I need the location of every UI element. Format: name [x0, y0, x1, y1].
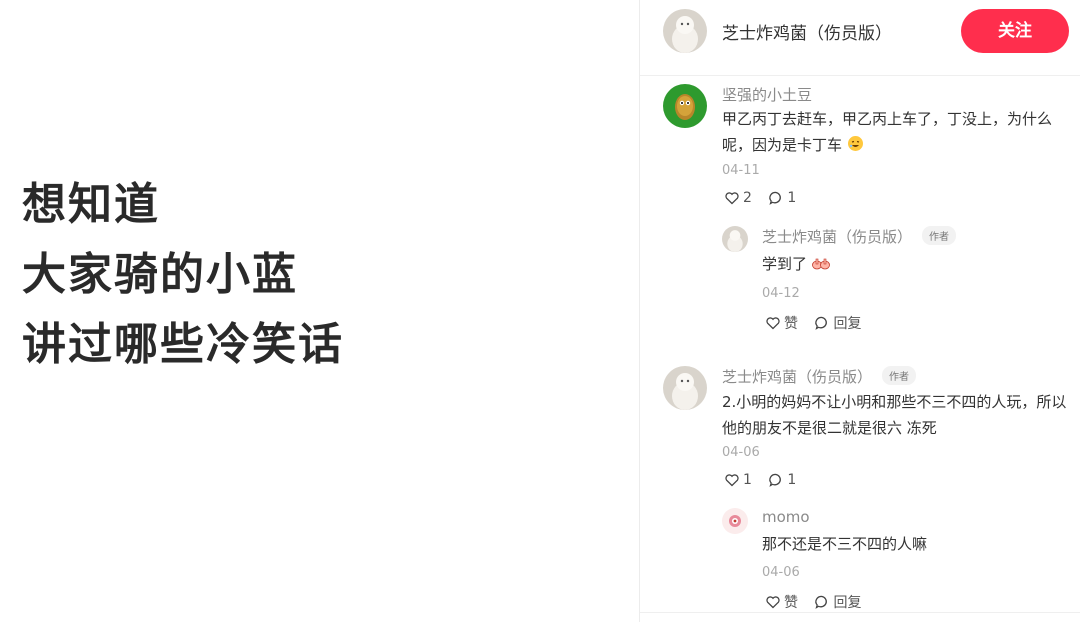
heart-icon — [766, 317, 780, 330]
reply-count: 1 — [787, 472, 797, 488]
author-badge: 作者 — [922, 226, 957, 245]
like-button[interactable]: 2 — [724, 190, 752, 206]
reply-button[interactable]: 1 — [768, 190, 796, 206]
comment-username[interactable]: 芝士炸鸡菌（伤员版） 作者 — [722, 366, 917, 387]
reply-text: 学到了 — [762, 251, 1062, 279]
comments-panel[interactable]: 芝士炸鸡菌（伤员版） 关注 坚强的小土豆 甲乙丙丁去赶车，甲乙丙上车了，丁没上，… — [640, 0, 1080, 622]
pointing-hands-emoji-icon — [811, 253, 830, 279]
post-headline: 想知道 大家骑的小蓝 讲过哪些冷笑话 — [22, 170, 344, 380]
reply-date: 04-06 — [762, 565, 800, 580]
reply-text-content: 学到了 — [762, 255, 808, 273]
author-avatar[interactable] — [663, 9, 707, 53]
comment-text: 2.小明的妈妈不让小明和那些不三不四的人玩，所以他的朋友不是很二就是很六 冻死 — [722, 393, 1067, 437]
reply-username[interactable]: momo — [762, 508, 810, 526]
like-count: 2 — [743, 190, 752, 206]
heart-icon — [766, 596, 780, 609]
author-name[interactable]: 芝士炸鸡菌（伤员版） — [722, 19, 892, 44]
like-label: 赞 — [784, 316, 798, 332]
comment-item: 芝士炸鸡菌（伤员版） 作者 2.小明的妈妈不让小明和那些不三不四的人玩，所以他的朋… — [663, 366, 1073, 612]
heart-icon — [725, 474, 739, 487]
headline-line-2: 大家骑的小蓝 — [22, 249, 298, 300]
comment-bubble-icon — [769, 473, 782, 487]
reply-label: 回复 — [833, 316, 862, 332]
comment-actions: 2 1 — [724, 190, 808, 210]
reply-actions: 赞 回复 — [765, 592, 873, 614]
commenter-avatar[interactable] — [663, 84, 707, 128]
comment-item: 坚强的小土豆 甲乙丙丁去赶车，甲乙丙上车了，丁没上，为什么呢，因为是卡丁车 04… — [663, 84, 1073, 334]
like-count: 1 — [743, 472, 752, 488]
reply-actions: 赞 回复 — [765, 313, 873, 335]
comment-bubble-icon — [815, 316, 828, 330]
comment-actions: 1 1 — [724, 472, 808, 492]
reply-item: momo 那不还是不三不四的人嘛 04-06 赞 回复 — [722, 508, 1072, 612]
reply-text: 那不还是不三不四的人嘛 — [762, 535, 928, 553]
reply-username[interactable]: 芝士炸鸡菌（伤员版） 作者 — [762, 226, 957, 247]
comment-bubble-icon — [815, 595, 828, 609]
comment-username-text: 芝士炸鸡菌（伤员版） — [722, 368, 873, 386]
reply-button[interactable]: 1 — [768, 472, 796, 488]
like-button[interactable]: 赞 — [765, 592, 798, 612]
author-badge: 作者 — [882, 366, 917, 385]
comment-username[interactable]: 坚强的小土豆 — [722, 84, 812, 105]
commenter-avatar[interactable] — [663, 366, 707, 410]
reply-label: 回复 — [833, 595, 862, 611]
laughing-emoji-icon — [847, 134, 864, 160]
author-header: 芝士炸鸡菌（伤员版） 关注 — [640, 0, 1080, 76]
post-image-panel: 想知道 大家骑的小蓝 讲过哪些冷笑话 — [0, 0, 639, 622]
headline-line-3: 讲过哪些冷笑话 — [22, 319, 344, 370]
follow-button[interactable]: 关注 — [961, 9, 1069, 53]
reply-button[interactable]: 回复 — [814, 313, 861, 333]
reply-username-text: 芝士炸鸡菌（伤员版） — [762, 228, 913, 246]
comment-text: 甲乙丙丁去赶车，甲乙丙上车了，丁没上，为什么呢，因为是卡丁车 — [722, 106, 1072, 160]
reply-button[interactable]: 回复 — [814, 592, 861, 612]
like-button[interactable]: 1 — [724, 472, 752, 488]
reply-item: 芝士炸鸡菌（伤员版） 作者 学到了 04-12 赞 回复 — [722, 226, 1072, 334]
bottom-divider — [640, 612, 1080, 613]
reply-count: 1 — [787, 190, 797, 206]
headline-line-1: 想知道 — [22, 179, 160, 230]
comment-date: 04-06 — [722, 445, 760, 460]
comment-text-content: 甲乙丙丁去赶车，甲乙丙上车了，丁没上，为什么呢，因为是卡丁车 — [722, 110, 1053, 154]
comment-date: 04-11 — [722, 163, 760, 178]
heart-icon — [725, 192, 739, 205]
replier-avatar[interactable] — [722, 508, 748, 534]
replier-avatar[interactable] — [722, 226, 748, 252]
like-label: 赞 — [784, 595, 798, 611]
like-button[interactable]: 赞 — [765, 313, 798, 333]
reply-date: 04-12 — [762, 286, 800, 301]
comment-bubble-icon — [769, 191, 782, 205]
